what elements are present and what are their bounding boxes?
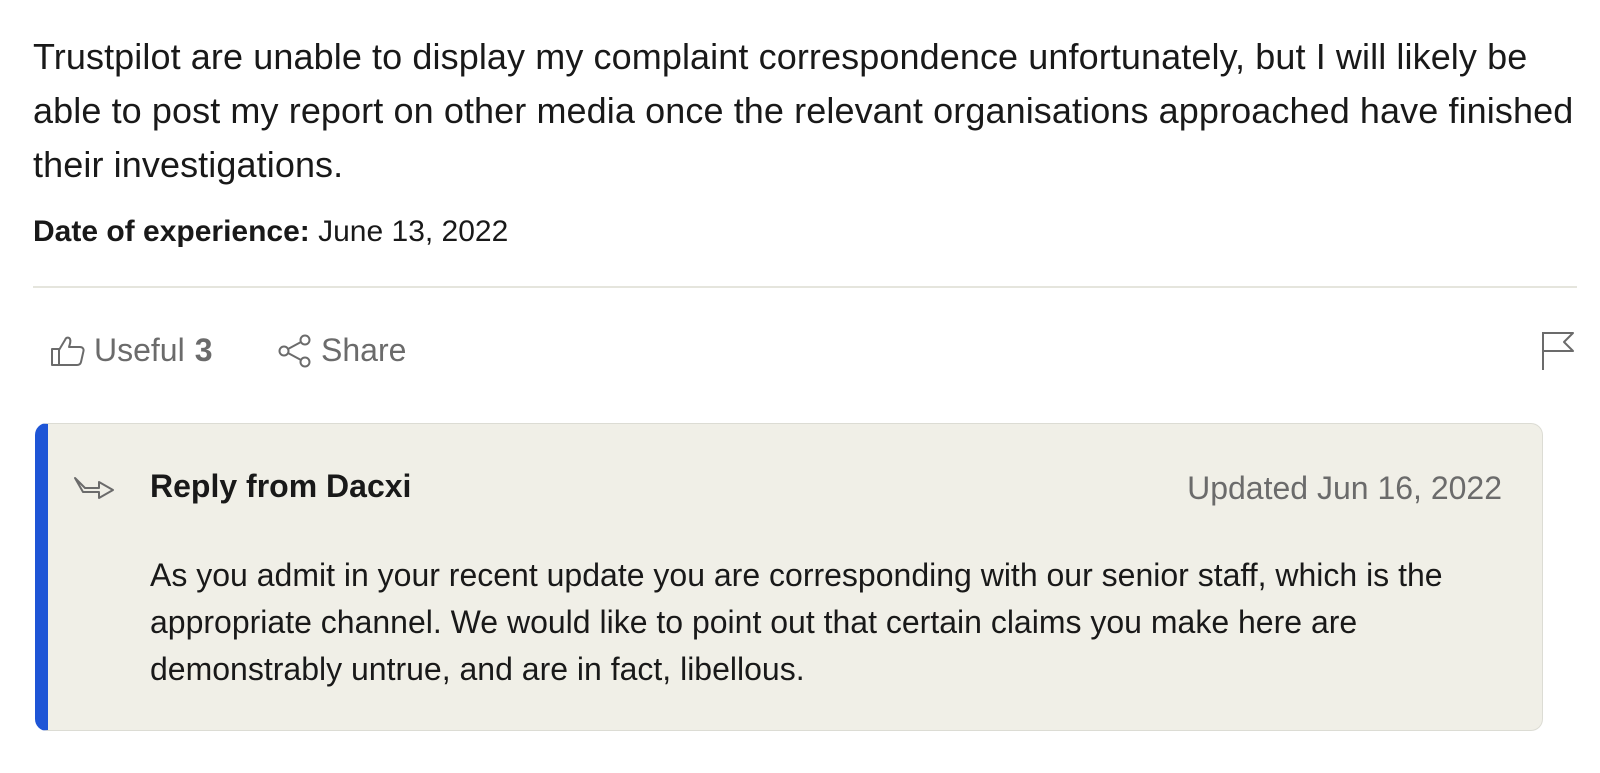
reply-title: Reply from Dacxi	[150, 468, 412, 504]
share-label: Share	[321, 332, 407, 368]
useful-count: 3	[194, 332, 213, 368]
reply-text: As you admit in your recent update you a…	[150, 557, 1443, 687]
flag-button[interactable]	[1539, 330, 1577, 377]
date-of-experience-label: Date of experience:	[33, 215, 310, 248]
date-of-experience: Date of experience: June 13, 2022	[33, 212, 1577, 252]
review-card: Trustpilot are unable to display my comp…	[33, 30, 1577, 416]
useful-label: Useful	[94, 332, 185, 368]
reply-updated-date: Updated Jun 16, 2022	[1187, 470, 1502, 506]
review-body: Trustpilot are unable to display my comp…	[33, 36, 1574, 185]
reply-arrow-icon	[73, 472, 115, 513]
flag-icon	[1539, 332, 1577, 376]
thumbs-up-icon	[50, 333, 86, 369]
useful-button[interactable]: Useful 3	[50, 332, 213, 369]
date-of-experience-value: June 13, 2022	[318, 215, 509, 248]
company-reply: Reply from Dacxi Updated Jun 16, 2022 As…	[35, 423, 1543, 731]
share-icon	[277, 333, 313, 369]
review-actions: Useful 3 Share	[33, 288, 1577, 416]
share-button[interactable]: Share	[277, 332, 406, 369]
